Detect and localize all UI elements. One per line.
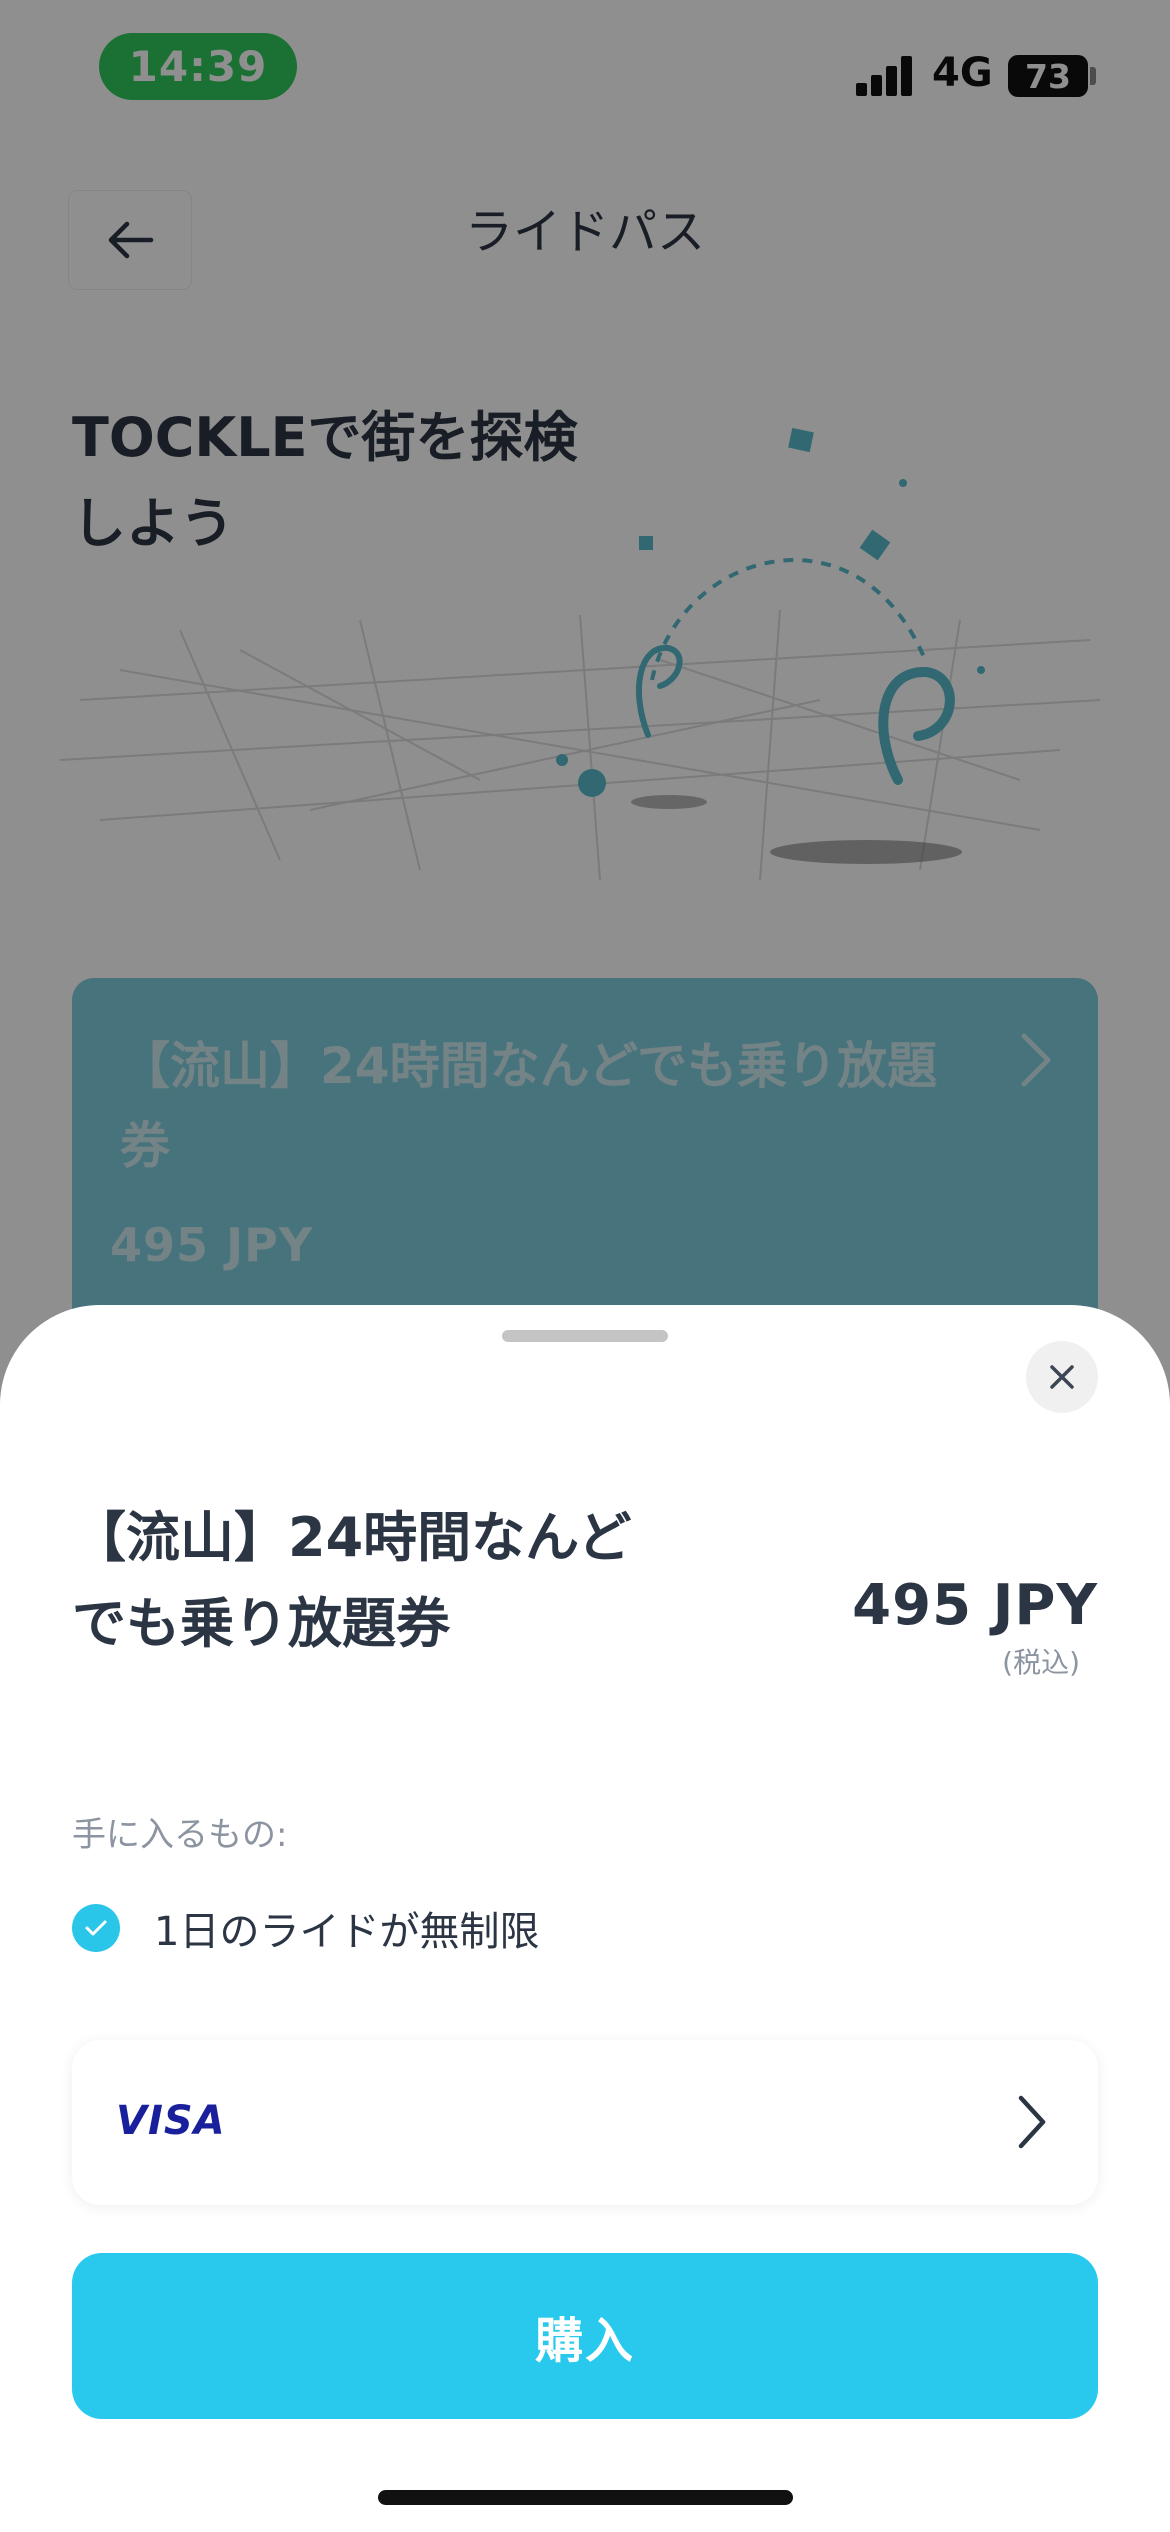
pass-price: 495 JPY	[852, 1573, 1098, 1638]
feature-text: 1日のライドが無制限	[154, 1909, 540, 1955]
check-icon	[72, 1904, 120, 1952]
chevron-right-icon	[1018, 2095, 1046, 2149]
tax-note: (税込)	[1002, 1646, 1080, 1679]
close-button[interactable]	[1026, 1341, 1098, 1413]
purchase-button[interactable]: 購入	[72, 2253, 1098, 2419]
includes-label: 手に入るもの:	[72, 1815, 288, 1855]
sheet-grab-handle[interactable]	[502, 1330, 668, 1342]
feature-item: 1日のライドが無制限	[72, 1903, 539, 1955]
visa-logo: VISA	[116, 2098, 226, 2144]
pass-title: 【流山】24時間なんどでも乗り放題券	[72, 1506, 632, 1655]
purchase-sheet: 【流山】24時間なんどでも乗り放題券 495 JPY (税込) 手に入るもの: …	[0, 1305, 1170, 2532]
home-indicator	[378, 2490, 793, 2505]
payment-method-selector[interactable]: VISA	[72, 2040, 1098, 2205]
close-icon	[1050, 1365, 1074, 1389]
